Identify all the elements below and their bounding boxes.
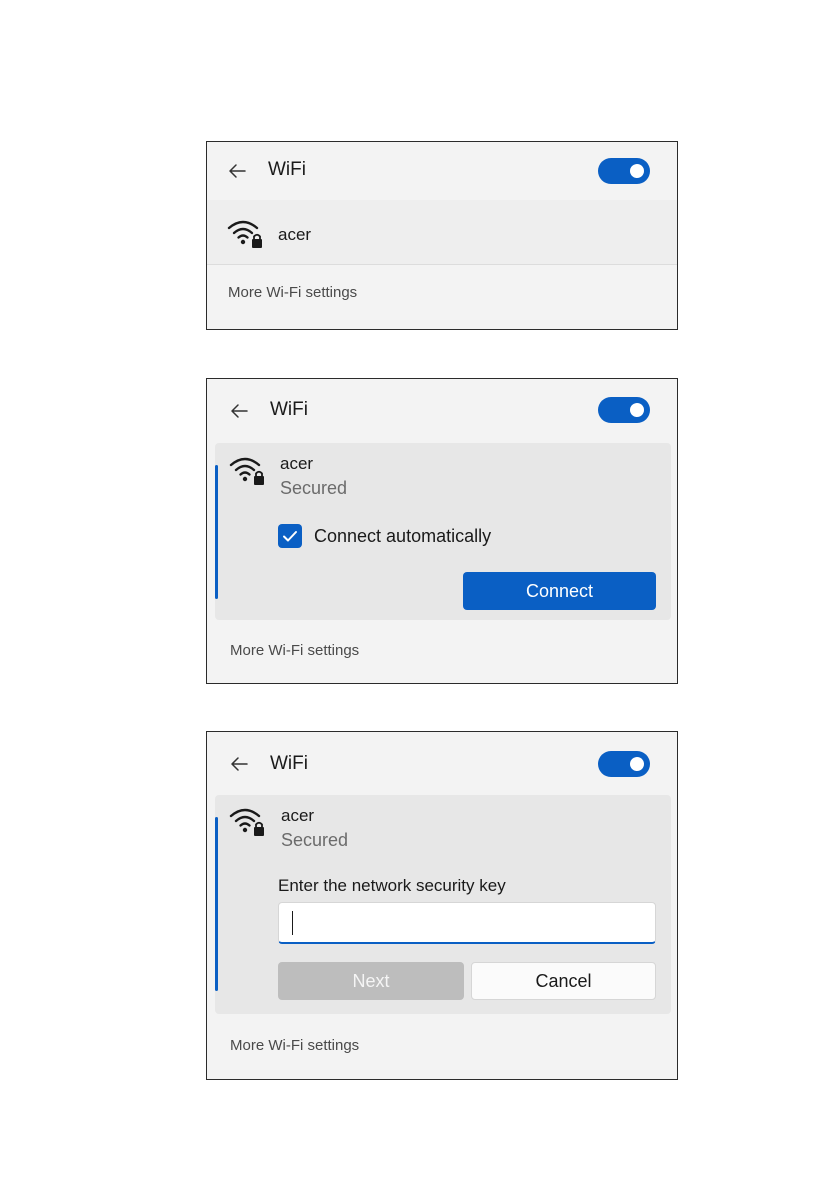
wifi-panel-collapsed: WiFi acer More Wi-Fi settings <box>206 141 678 330</box>
network-item-acer[interactable]: acer <box>207 200 677 264</box>
network-name: acer <box>278 225 312 244</box>
wifi-panel-security-key: WiFi acer Secured Enter the network secu… <box>206 731 678 1080</box>
wifi-secured-icon <box>227 218 265 250</box>
connect-automatically-checkbox[interactable] <box>278 524 302 548</box>
text-caret <box>292 911 293 935</box>
network-name: acer <box>281 806 315 825</box>
more-wifi-settings-link[interactable]: More Wi-Fi settings <box>228 283 357 303</box>
connect-automatically-label[interactable]: Connect automatically <box>314 525 491 547</box>
toggle-knob <box>630 164 644 178</box>
network-name: acer <box>280 454 314 473</box>
selection-indicator <box>215 465 218 599</box>
wifi-toggle[interactable] <box>598 751 650 777</box>
network-item-expanded: acer Secured Enter the network security … <box>215 795 671 1014</box>
next-button[interactable]: Next <box>278 962 464 1000</box>
security-key-input[interactable] <box>278 902 656 944</box>
network-status: Secured <box>280 478 348 498</box>
network-status: Secured <box>281 830 349 850</box>
divider <box>207 264 677 265</box>
wifi-toggle[interactable] <box>598 158 650 184</box>
panel-title: WiFi <box>270 399 308 420</box>
arrow-left-icon[interactable] <box>227 161 247 181</box>
panel-title: WiFi <box>268 159 306 180</box>
more-wifi-settings-link[interactable]: More Wi-Fi settings <box>230 641 359 661</box>
selection-indicator <box>215 817 218 991</box>
wifi-secured-icon <box>229 806 267 838</box>
toggle-knob <box>630 757 644 771</box>
wifi-secured-icon <box>229 455 267 487</box>
arrow-left-icon[interactable] <box>229 754 249 774</box>
panel-header: WiFi <box>207 379 677 437</box>
panel-title: WiFi <box>270 753 308 774</box>
cancel-button[interactable]: Cancel <box>471 962 656 1000</box>
panel-header: WiFi <box>207 732 677 790</box>
checkmark-icon <box>283 531 297 542</box>
wifi-panel-connect: WiFi acer Secured Connect automatically … <box>206 378 678 684</box>
wifi-toggle[interactable] <box>598 397 650 423</box>
toggle-knob <box>630 403 644 417</box>
network-item-expanded: acer Secured Connect automatically Conne… <box>215 443 671 620</box>
more-wifi-settings-link[interactable]: More Wi-Fi settings <box>230 1036 359 1056</box>
panel-header: WiFi <box>207 142 677 200</box>
connect-button[interactable]: Connect <box>463 572 656 610</box>
arrow-left-icon[interactable] <box>229 401 249 421</box>
security-key-label: Enter the network security key <box>278 876 506 895</box>
